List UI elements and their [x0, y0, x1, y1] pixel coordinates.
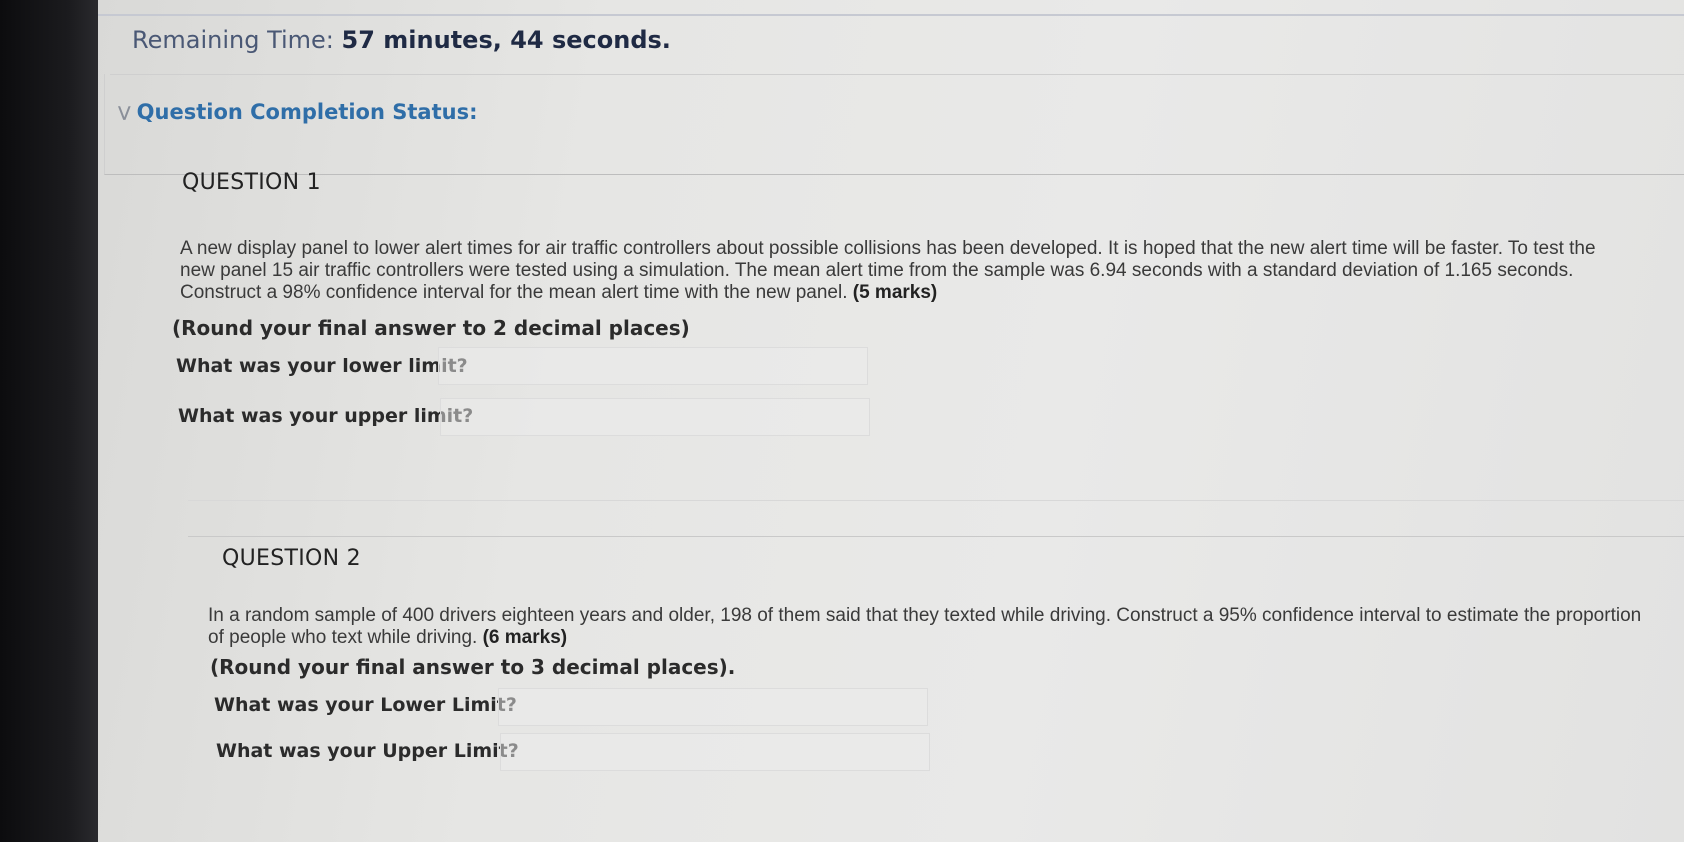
question-1-upper-limit-label: What was your upper limit?: [178, 405, 474, 427]
question-completion-status-label: Question Completion Status:: [136, 100, 478, 124]
question-2-instruction: (Round your final answer to 3 decimal pl…: [210, 655, 736, 679]
question-1-instruction: (Round your final answer to 2 decimal pl…: [172, 316, 690, 340]
question-1-lower-limit-input[interactable]: [438, 347, 868, 385]
status-panel: [104, 74, 1684, 175]
question-2-upper-limit-label: What was your Upper Limit?: [216, 740, 519, 762]
remaining-time-label: Remaining Time:: [132, 26, 334, 54]
question-divider: [188, 536, 1684, 537]
question-1-title: QUESTION 1: [182, 170, 321, 195]
question-completion-status-toggle[interactable]: ⋁ Question Completion Status:: [118, 100, 477, 124]
double-chevron-down-icon: ⋁: [118, 103, 131, 121]
question-2-body: In a random sample of 400 drivers eighte…: [208, 605, 1642, 648]
question-2-title: QUESTION 2: [222, 546, 361, 571]
question-divider-light: [188, 500, 1684, 501]
question-1-text: A new display panel to lower alert times…: [180, 238, 1600, 304]
question-1-lower-limit-label: What was your lower limit?: [176, 355, 468, 377]
question-2-lower-limit-label: What was your Lower Limit?: [214, 694, 517, 716]
remaining-time: Remaining Time: 57 minutes, 44 seconds.: [132, 26, 671, 54]
top-border: [98, 14, 1684, 16]
question-1-marks: (5 marks): [852, 282, 938, 303]
monitor-bezel: [0, 0, 98, 842]
question-2-lower-limit-input[interactable]: [498, 688, 928, 726]
question-1-upper-limit-input[interactable]: [440, 398, 870, 436]
quiz-screen: Remaining Time: 57 minutes, 44 seconds. …: [98, 0, 1684, 842]
question-2-marks: (6 marks): [482, 627, 568, 648]
remaining-time-value: 57 minutes, 44 seconds.: [341, 26, 671, 54]
question-2-upper-limit-input[interactable]: [500, 733, 930, 771]
question-2-text: In a random sample of 400 drivers eighte…: [208, 605, 1648, 649]
